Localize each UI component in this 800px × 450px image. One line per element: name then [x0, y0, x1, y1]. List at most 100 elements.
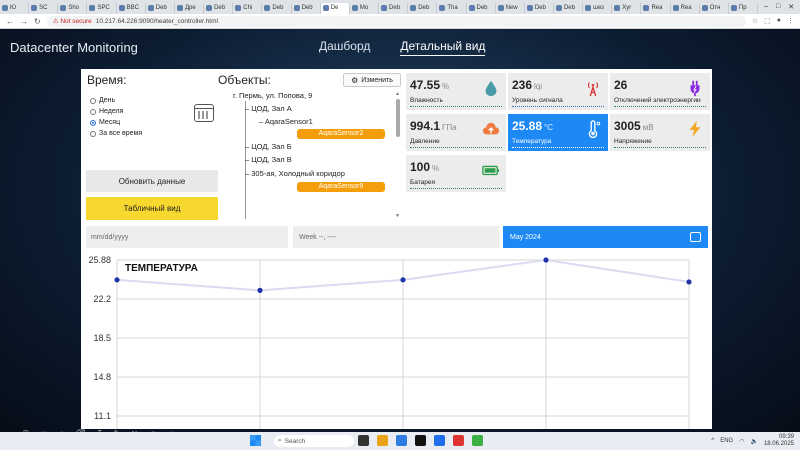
maximize-icon[interactable]: □: [776, 3, 780, 11]
gear-icon: ⚙: [351, 75, 359, 85]
browser-tab[interactable]: De: [320, 2, 350, 14]
browser-tab[interactable]: BBC: [117, 2, 146, 14]
browser-tab[interactable]: Дре: [175, 2, 205, 14]
tree-node-address[interactable]: г. Пермь, ул. Попова, 9: [233, 91, 312, 100]
browser-tab[interactable]: Deb: [292, 2, 321, 14]
metric-signal[interactable]: 236 lqi Уровень сигнала: [508, 73, 608, 110]
browser-tab[interactable]: Пр: [729, 2, 759, 14]
metric-dots: [410, 147, 502, 148]
browser-tab[interactable]: Mo: [350, 2, 380, 14]
radio-dot[interactable]: [90, 119, 96, 126]
tree-node-label: AqaraSensor1: [264, 117, 313, 126]
browser-tab[interactable]: Rea: [671, 2, 700, 14]
radio-day[interactable]: День: [90, 95, 142, 106]
nav-dashboard[interactable]: Дашборд: [319, 39, 370, 56]
month-input[interactable]: May 2024: [503, 226, 708, 248]
browser-tab[interactable]: Deb: [408, 2, 438, 14]
metric-pressure[interactable]: 994.1 ГПа Давление: [406, 114, 506, 151]
windows-start-icon[interactable]: [250, 435, 261, 446]
metric-power-outages[interactable]: 26 Отключений электроэнергии: [610, 73, 710, 110]
tree-node-sensor9[interactable]: AqaraSensor9: [297, 182, 385, 192]
tree-node-hall-c[interactable]: – ЦОД, Зал В: [245, 155, 292, 164]
metric-temperature[interactable]: 25.88 °C Температура: [508, 114, 608, 151]
browser-tab[interactable]: Rea: [641, 2, 671, 14]
reload-icon[interactable]: ↻: [34, 17, 41, 26]
chrome-icon[interactable]: [396, 435, 407, 446]
browser-tab[interactable]: Chi: [233, 2, 263, 14]
wifi-icon[interactable]: ◠: [739, 438, 744, 445]
extensions-icon[interactable]: ⬚: [764, 17, 771, 25]
task-view-icon[interactable]: [358, 435, 369, 446]
radio-dot[interactable]: [90, 130, 96, 137]
not-secure-badge[interactable]: ⚠ Not secure: [53, 17, 92, 25]
tray-chevron-icon[interactable]: ^: [711, 438, 714, 444]
tree-node-sensor1[interactable]: – AqaraSensor1: [259, 117, 313, 126]
week-input[interactable]: Week --, ----: [293, 226, 499, 248]
url-input[interactable]: ⚠ Not secure 10.217.64.226:9090/heater_c…: [46, 15, 746, 27]
scroll-down-icon[interactable]: ▼: [395, 213, 400, 219]
radio-dot[interactable]: [90, 108, 96, 115]
radio-all-time[interactable]: За все время: [90, 128, 142, 139]
metric-voltage[interactable]: 3005 мВ Напряжение: [610, 114, 710, 151]
lightning-icon: [689, 120, 701, 138]
calendar-icon[interactable]: [194, 104, 214, 122]
tree-scrollbar[interactable]: ▲ ▼: [395, 91, 401, 219]
tab-label: Chi: [243, 5, 253, 11]
menu-icon[interactable]: ⋮: [787, 17, 794, 25]
scroll-up-icon[interactable]: ▲: [395, 91, 400, 97]
volume-icon[interactable]: 🔈: [750, 438, 757, 445]
radio-dot[interactable]: [90, 97, 96, 104]
browser-tab[interactable]: Deb: [204, 2, 234, 14]
water-drop-icon: [485, 80, 497, 97]
browser-tab[interactable]: Deb: [525, 2, 554, 14]
app-icon[interactable]: [472, 435, 483, 446]
radio-month[interactable]: Месяц: [90, 117, 142, 128]
minimize-icon[interactable]: –: [764, 3, 768, 11]
browser-tab[interactable]: Deb: [379, 2, 409, 14]
metric-value: 25.88: [512, 119, 543, 133]
language-indicator[interactable]: ENG: [720, 438, 733, 444]
browser-tab[interactable]: Sho: [58, 2, 88, 14]
scroll-thumb[interactable]: [396, 99, 400, 137]
browser-tab[interactable]: Ю: [0, 2, 30, 14]
browser-tab[interactable]: Deb: [467, 2, 496, 14]
calendar-icon[interactable]: [690, 232, 701, 242]
taskbar-search[interactable]: ⌕ Search: [274, 435, 354, 447]
radio-week[interactable]: Неделя: [90, 106, 142, 117]
browser-tab[interactable]: SPC: [87, 2, 117, 14]
tree-node-sensor2[interactable]: AqaraSensor2: [297, 129, 385, 139]
tab-favicon-icon: [585, 5, 592, 11]
profile-icon[interactable]: ●: [777, 17, 781, 25]
browser-tab[interactable]: шез: [583, 2, 613, 14]
browser-tab[interactable]: Отн: [700, 2, 729, 14]
nav-detail-view[interactable]: Детальный вид: [400, 39, 486, 56]
vscode-icon[interactable]: [434, 435, 445, 446]
table-view-button[interactable]: Табличный вид: [86, 197, 218, 220]
tree-node-cold-corridor[interactable]: – 305-ая, Холодный коридор: [245, 169, 345, 178]
browser-tab[interactable]: Tha: [437, 2, 467, 14]
tree-node-hall-b[interactable]: – ЦОД, Зал Б: [245, 142, 292, 151]
clock[interactable]: 09:39 18.06.2025: [764, 434, 794, 448]
metric-unit: lqi: [534, 82, 543, 91]
tab-favicon-icon: [701, 5, 708, 11]
browser-tab[interactable]: New: [496, 2, 525, 14]
refresh-data-button[interactable]: Обновить данные: [86, 170, 218, 192]
browser-tab[interactable]: SC: [29, 2, 59, 14]
yandex-icon[interactable]: [453, 435, 464, 446]
back-icon[interactable]: ←: [6, 17, 14, 26]
forward-icon[interactable]: →: [20, 17, 28, 26]
tree-node-hall-a[interactable]: – ЦОД, Зал А: [245, 104, 292, 113]
browser-tab[interactable]: Deb: [262, 2, 292, 14]
browser-tab[interactable]: Deb: [554, 2, 584, 14]
close-icon[interactable]: ✕: [788, 3, 794, 11]
date-input[interactable]: mm/dd/yyyy: [86, 226, 288, 248]
metric-battery[interactable]: 100% Батарея: [406, 155, 506, 192]
star-icon[interactable]: ☆: [752, 17, 758, 25]
browser-tab[interactable]: Deb: [146, 2, 175, 14]
browser-tab[interactable]: Xyr: [612, 2, 642, 14]
terminal-icon[interactable]: [415, 435, 426, 446]
metric-dots: [410, 188, 502, 189]
file-explorer-icon[interactable]: [377, 435, 388, 446]
change-button[interactable]: ⚙ Изменить: [343, 73, 401, 87]
metric-humidity[interactable]: 47.55% Влажность: [406, 73, 506, 110]
